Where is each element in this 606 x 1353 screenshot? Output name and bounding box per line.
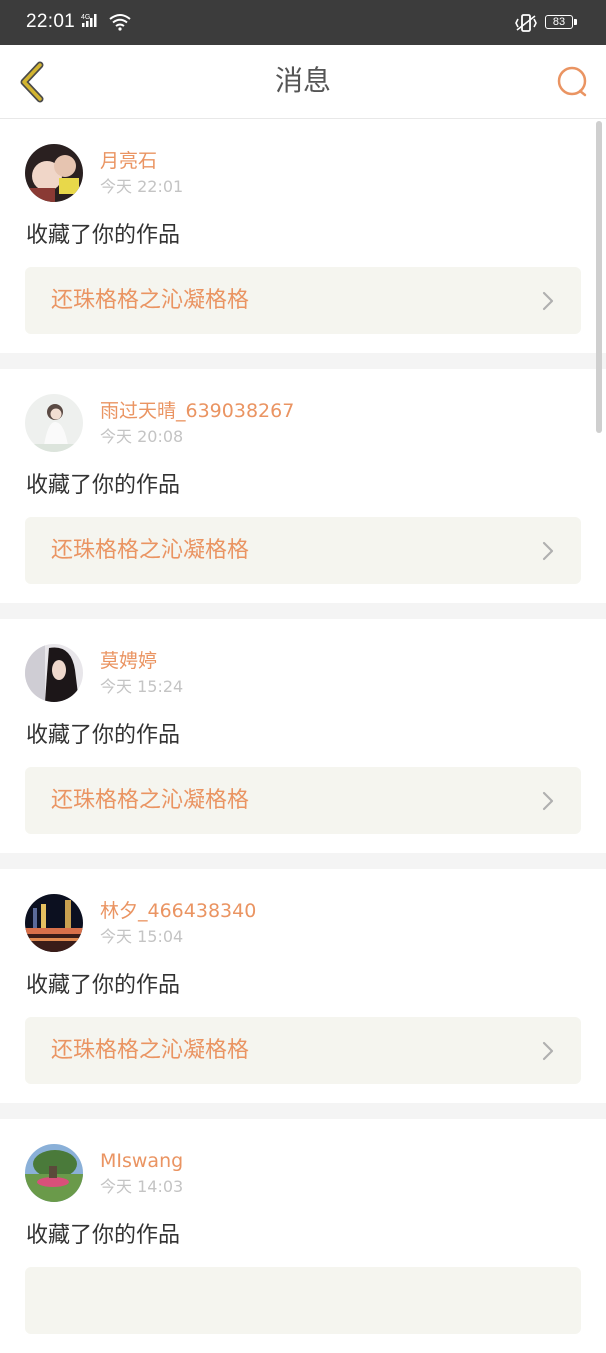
status-bar: 22:01 4G 83 (0, 0, 606, 45)
message-item: 莫娉婷 今天 15:24 收藏了你的作品 还珠格格之沁凝格格 (0, 619, 606, 853)
chevron-right-icon (542, 791, 554, 811)
user-avatar[interactable] (25, 644, 83, 702)
action-text: 收藏了你的作品 (26, 223, 181, 248)
user-avatar[interactable] (25, 144, 83, 202)
timestamp: 今天 15:04 (100, 927, 184, 946)
user-avatar[interactable] (25, 1144, 83, 1202)
work-link[interactable]: 还珠格格之沁凝格格 (25, 767, 581, 834)
username[interactable]: 莫娉婷 (100, 649, 157, 673)
search-icon[interactable] (554, 63, 592, 101)
user-avatar[interactable] (25, 894, 83, 952)
timestamp: 今天 15:24 (100, 677, 184, 696)
username[interactable]: 雨过天晴_639038267 (100, 399, 294, 423)
message-item: 林夕_466438340 今天 15:04 收藏了你的作品 还珠格格之沁凝格格 (0, 869, 606, 1103)
app-header: 消息 (0, 45, 606, 119)
work-title: 还珠格格之沁凝格格 (51, 538, 250, 563)
action-text: 收藏了你的作品 (26, 473, 181, 498)
list-separator (0, 353, 606, 369)
battery-level: 83 (545, 15, 573, 29)
chevron-right-icon (542, 541, 554, 561)
work-link[interactable] (25, 1267, 581, 1334)
chevron-right-icon (542, 291, 554, 311)
status-time: 22:01 (26, 11, 76, 32)
timestamp: 今天 14:03 (100, 1177, 184, 1196)
action-text: 收藏了你的作品 (26, 723, 181, 748)
work-title: 还珠格格之沁凝格格 (51, 1038, 250, 1063)
message-item: MIswang 今天 14:03 收藏了你的作品 (0, 1119, 606, 1353)
timestamp: 今天 20:08 (100, 427, 184, 446)
signal-icon: 4G (81, 14, 97, 27)
work-link[interactable]: 还珠格格之沁凝格格 (25, 1017, 581, 1084)
chevron-right-icon (542, 1041, 554, 1061)
vibrate-icon (515, 14, 537, 32)
list-separator (0, 1103, 606, 1119)
wifi-icon (109, 14, 131, 31)
work-title: 还珠格格之沁凝格格 (51, 788, 250, 813)
action-text: 收藏了你的作品 (26, 973, 181, 998)
message-item: 雨过天晴_639038267 今天 20:08 收藏了你的作品 还珠格格之沁凝格… (0, 369, 606, 603)
username[interactable]: 林夕_466438340 (100, 899, 256, 923)
action-text: 收藏了你的作品 (26, 1223, 181, 1248)
network-type: 4G (81, 14, 90, 21)
page-title: 消息 (274, 64, 331, 97)
timestamp: 今天 22:01 (100, 177, 184, 196)
message-item: 月亮石 今天 22:01 收藏了你的作品 还珠格格之沁凝格格 (0, 119, 606, 353)
message-list[interactable]: 月亮石 今天 22:01 收藏了你的作品 还珠格格之沁凝格格 雨过天晴_6390… (0, 119, 606, 1353)
user-avatar[interactable] (25, 394, 83, 452)
work-title: 还珠格格之沁凝格格 (51, 288, 250, 313)
work-link[interactable]: 还珠格格之沁凝格格 (25, 267, 581, 334)
username[interactable]: MIswang (100, 1149, 183, 1173)
work-link[interactable]: 还珠格格之沁凝格格 (25, 517, 581, 584)
list-separator (0, 853, 606, 869)
battery-icon: 83 (545, 15, 577, 31)
username[interactable]: 月亮石 (100, 149, 157, 173)
list-separator (0, 603, 606, 619)
scrollbar[interactable] (596, 121, 602, 433)
